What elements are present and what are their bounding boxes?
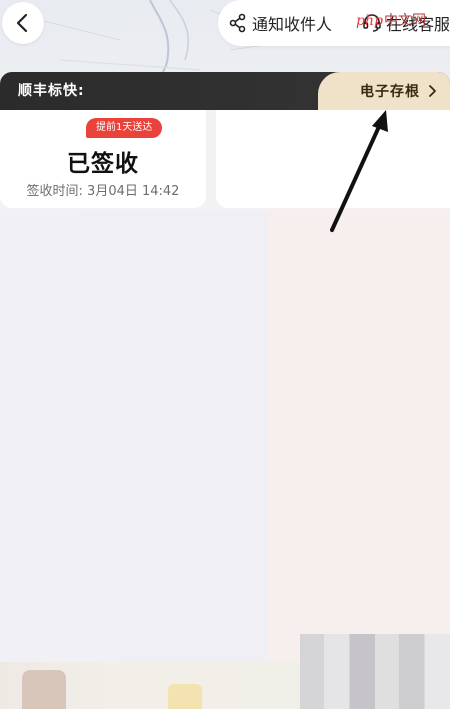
annotation-arrow [330, 110, 388, 232]
delivery-status-card[interactable]: 提前1天送达 已签收 签收时间: 3月04日 14:42 [0, 110, 206, 208]
notify-recipient-label: 通知收件人 [252, 15, 333, 34]
signed-time: 签收时间: 3月04日 14:42 [26, 184, 180, 199]
pixelated-area [300, 634, 450, 709]
electronic-archive-label: 电子存根 [360, 84, 420, 100]
delivery-status-title: 已签收 [67, 151, 139, 177]
chevron-right-icon [428, 84, 438, 98]
notify-recipient-button[interactable]: 通知收件人 [218, 0, 354, 46]
top-action-bar: 通知收件人 在线客服 [218, 0, 450, 46]
share-icon [228, 13, 248, 33]
carrier-name: 顺丰标快: [18, 83, 85, 99]
online-service-label: 在线客服 [385, 15, 450, 34]
chevron-left-icon [16, 13, 28, 33]
back-button[interactable] [2, 2, 44, 44]
avatar [22, 670, 66, 709]
headset-icon [362, 13, 382, 33]
bottom-chip [168, 684, 202, 709]
early-delivery-badge: 提前1天送达 [86, 118, 163, 138]
online-service-button[interactable]: 在线客服 [354, 0, 450, 46]
